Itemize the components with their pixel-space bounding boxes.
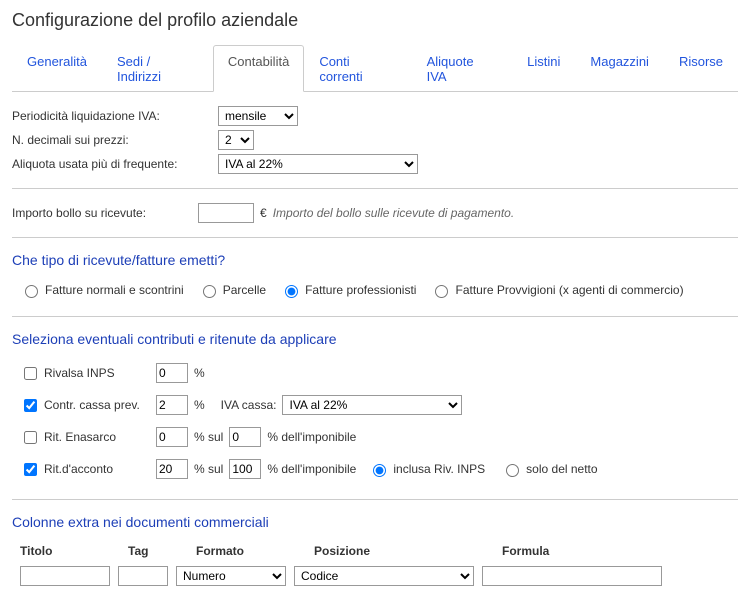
col-header-posizione: Posizione — [314, 544, 494, 558]
check-label: Rit. Enasarco — [44, 430, 116, 444]
bollo-input[interactable] — [198, 203, 254, 223]
radio-inclusa-riv-inps[interactable] — [373, 464, 386, 477]
bollo-label: Importo bollo su ricevute: — [12, 206, 192, 220]
acconto-check[interactable]: Rit.d'acconto — [20, 460, 140, 479]
iva-cassa-select[interactable]: IVA al 22% — [282, 395, 462, 415]
divider — [12, 316, 738, 317]
divider — [12, 499, 738, 500]
bollo-hint: Importo del bollo sulle ricevute di paga… — [273, 206, 514, 220]
enasarco-pct[interactable] — [156, 427, 188, 447]
col-titolo-input[interactable] — [20, 566, 110, 586]
sul-label: % sul — [194, 462, 223, 476]
enasarco-check[interactable]: Rit. Enasarco — [20, 428, 140, 447]
radio-label: Fatture normali e scontrini — [45, 283, 184, 297]
decimali-select[interactable]: 2 — [218, 130, 254, 150]
tab-listini[interactable]: Listini — [512, 45, 575, 92]
rivalsa-inps-check[interactable]: Rivalsa INPS — [20, 364, 140, 383]
radio-label: inclusa Riv. INPS — [393, 462, 485, 476]
radio-label: Fatture professionisti — [305, 283, 416, 297]
decimali-label: N. decimali sui prezzi: — [12, 133, 212, 147]
tipo-ricevute-group: Fatture normali e scontrini Parcelle Fat… — [12, 278, 738, 302]
acconto-imp-pct[interactable] — [229, 459, 261, 479]
col-formato-select[interactable]: Numero — [176, 566, 286, 586]
page-title: Configurazione del profilo aziendale — [12, 10, 738, 31]
checkbox-enasarco[interactable] — [24, 431, 37, 444]
section-contributi: Seleziona eventuali contributi e ritenut… — [12, 331, 738, 347]
enasarco-imp-pct[interactable] — [229, 427, 261, 447]
radio-parcelle[interactable] — [203, 285, 216, 298]
rivalsa-inps-pct[interactable] — [156, 363, 188, 383]
col-header-formula: Formula — [502, 544, 682, 558]
radio-fatture-normali[interactable] — [25, 285, 38, 298]
checkbox-rivalsa-inps[interactable] — [24, 367, 37, 380]
columns-value-row: Numero Codice — [12, 562, 738, 590]
opt-fatture-normali[interactable]: Fatture normali e scontrini — [20, 282, 184, 298]
divider — [12, 188, 738, 189]
col-header-tag: Tag — [128, 544, 188, 558]
opt-inclusa-riv-inps[interactable]: inclusa Riv. INPS — [368, 461, 485, 477]
section-tipo-ricevute: Che tipo di ricevute/fatture emetti? — [12, 252, 738, 268]
acconto-pct[interactable] — [156, 459, 188, 479]
radio-label: Fatture Provvigioni (x agenti di commerc… — [455, 283, 683, 297]
check-label: Rit.d'acconto — [44, 462, 113, 476]
tabs-bar: Generalità Sedi / Indirizzi Contabilità … — [12, 45, 738, 92]
divider — [12, 237, 738, 238]
pct-sign: % — [194, 366, 205, 380]
opt-solo-netto[interactable]: solo del netto — [501, 461, 597, 477]
radio-fatture-professionisti[interactable] — [285, 285, 298, 298]
checkbox-cassa-prev[interactable] — [24, 399, 37, 412]
pct-sign: % — [194, 398, 205, 412]
tab-risorse[interactable]: Risorse — [664, 45, 738, 92]
tab-sedi-indirizzi[interactable]: Sedi / Indirizzi — [102, 45, 213, 92]
tab-generalita[interactable]: Generalità — [12, 45, 102, 92]
check-label: Contr. cassa prev. — [44, 398, 140, 412]
col-posizione-select[interactable]: Codice — [294, 566, 474, 586]
cassa-prev-check[interactable]: Contr. cassa prev. — [20, 396, 140, 415]
bollo-currency: € — [260, 206, 267, 220]
checkbox-acconto[interactable] — [24, 463, 37, 476]
columns-header-row: Titolo Tag Formato Posizione Formula — [12, 540, 738, 562]
periodicita-select[interactable]: mensile — [218, 106, 298, 126]
check-label: Rivalsa INPS — [44, 366, 115, 380]
opt-parcelle[interactable]: Parcelle — [198, 282, 266, 298]
section-colonne-extra: Colonne extra nei documenti commerciali — [12, 514, 738, 530]
radio-solo-netto[interactable] — [506, 464, 519, 477]
col-header-titolo: Titolo — [20, 544, 120, 558]
radio-fatture-provvigioni[interactable] — [435, 285, 448, 298]
periodicita-label: Periodicità liquidazione IVA: — [12, 109, 212, 123]
imp-suffix: % dell'imponibile — [267, 430, 356, 444]
opt-fatture-provvigioni[interactable]: Fatture Provvigioni (x agenti di commerc… — [430, 282, 683, 298]
tab-conti-correnti[interactable]: Conti correnti — [304, 45, 411, 92]
radio-label: solo del netto — [526, 462, 597, 476]
sul-label: % sul — [194, 430, 223, 444]
tab-contabilita[interactable]: Contabilità — [213, 45, 304, 92]
opt-fatture-professionisti[interactable]: Fatture professionisti — [280, 282, 416, 298]
col-header-formato: Formato — [196, 544, 306, 558]
tab-aliquote-iva[interactable]: Aliquote IVA — [412, 45, 513, 92]
aliquota-freq-select[interactable]: IVA al 22% — [218, 154, 418, 174]
col-formula-input[interactable] — [482, 566, 662, 586]
aliquota-freq-label: Aliquota usata più di frequente: — [12, 157, 212, 171]
tab-magazzini[interactable]: Magazzini — [575, 45, 664, 92]
iva-cassa-label: IVA cassa: — [221, 398, 277, 412]
col-tag-input[interactable] — [118, 566, 168, 586]
imp-suffix: % dell'imponibile — [267, 462, 356, 476]
cassa-prev-pct[interactable] — [156, 395, 188, 415]
radio-label: Parcelle — [223, 283, 266, 297]
